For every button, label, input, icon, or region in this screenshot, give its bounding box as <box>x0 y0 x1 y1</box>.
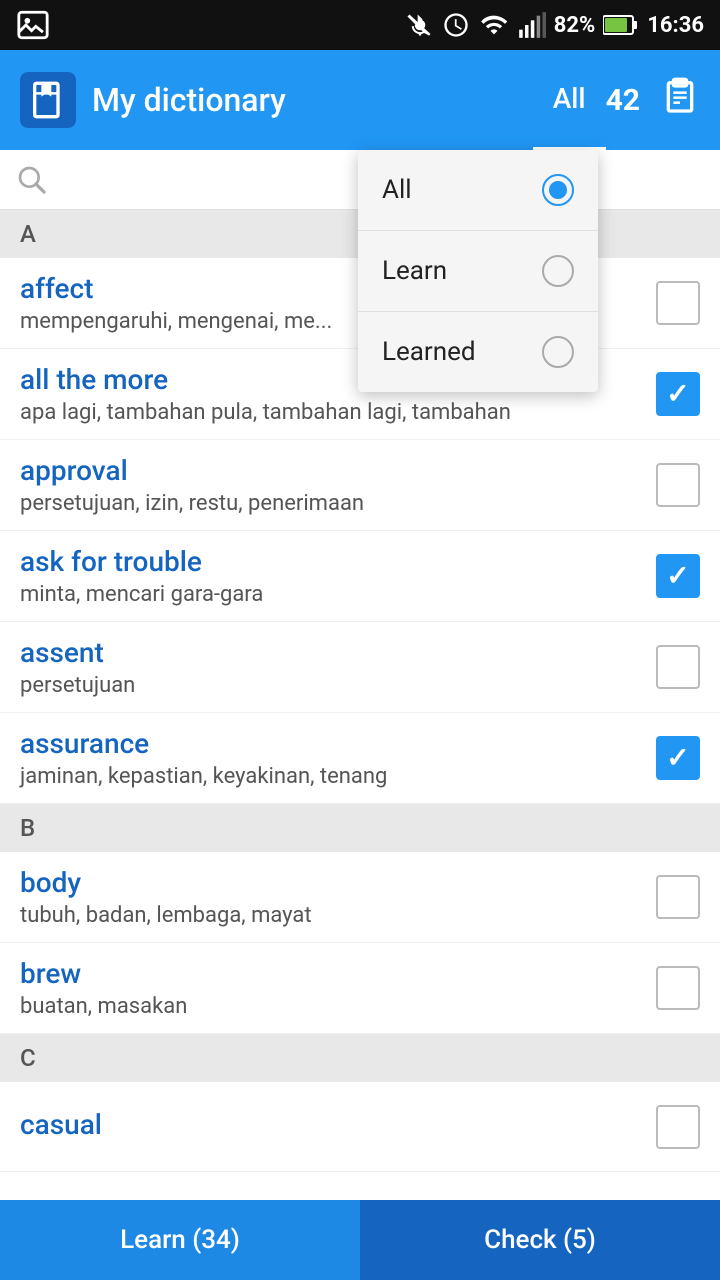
word-checkbox[interactable] <box>656 875 700 919</box>
word-content: assurance jaminan, kepastian, keyakinan,… <box>20 727 656 789</box>
radio-all[interactable] <box>542 174 574 206</box>
check-button[interactable]: Check (5) <box>360 1200 720 1280</box>
dropdown-label-learned: Learned <box>382 337 476 367</box>
app-title: My dictionary <box>92 81 533 119</box>
time: 16:36 <box>647 13 704 38</box>
dictionary-icon <box>20 72 76 128</box>
word-title: assent <box>20 636 656 669</box>
word-title: approval <box>20 454 656 487</box>
word-translation: jaminan, kepastian, keyakinan, tenang <box>20 764 656 789</box>
dropdown-item-learn[interactable]: Learn <box>358 231 598 312</box>
signal-icon <box>518 11 546 39</box>
word-item-assurance[interactable]: assurance jaminan, kepastian, keyakinan,… <box>0 713 720 804</box>
word-content: approval persetujuan, izin, restu, pener… <box>20 454 656 516</box>
wifi-icon <box>478 11 510 39</box>
section-letter-a: A <box>20 220 36 248</box>
word-content: brew buatan, masakan <box>20 957 656 1019</box>
radio-learn[interactable] <box>542 255 574 287</box>
section-header-c: C <box>0 1034 720 1082</box>
image-icon <box>16 8 50 42</box>
word-checkbox[interactable]: ✓ <box>656 736 700 780</box>
battery-icon <box>603 14 639 36</box>
status-icons: 82% 16:36 <box>406 11 704 39</box>
dropdown-item-learned[interactable]: Learned <box>358 312 598 392</box>
word-translation: persetujuan, izin, restu, penerimaan <box>20 491 656 516</box>
dropdown-item-all[interactable]: All <box>358 150 598 231</box>
word-title: brew <box>20 957 656 990</box>
mute-icon <box>406 11 434 39</box>
checkmark-icon: ✓ <box>666 380 689 408</box>
word-translation: buatan, masakan <box>20 994 656 1019</box>
checkmark-icon: ✓ <box>666 562 689 590</box>
word-item-brew[interactable]: brew buatan, masakan <box>0 943 720 1034</box>
word-checkbox[interactable] <box>656 645 700 689</box>
word-content: assent persetujuan <box>20 636 656 698</box>
battery-percent: 82% <box>554 13 596 38</box>
check-button-label: Check (5) <box>484 1225 596 1255</box>
radio-inner-all <box>549 181 567 199</box>
word-checkbox[interactable] <box>656 281 700 325</box>
word-checkbox[interactable]: ✓ <box>656 372 700 416</box>
clipboard-button[interactable] <box>660 76 700 124</box>
dropdown-caret <box>490 150 518 166</box>
bookmark-book-icon <box>28 80 68 120</box>
word-item-body[interactable]: body tubuh, badan, lembaga, mayat <box>0 852 720 943</box>
section-header-b: B <box>0 804 720 852</box>
dropdown-label-all: All <box>382 175 412 205</box>
word-title: ask for trouble <box>20 545 656 578</box>
word-checkbox[interactable] <box>656 463 700 507</box>
word-item-ask-for-trouble[interactable]: ask for trouble minta, mencari gara-gara… <box>0 531 720 622</box>
word-translation: apa lagi, tambahan pula, tambahan lagi, … <box>20 400 656 425</box>
filter-tab-label: All <box>553 82 586 115</box>
word-checkbox[interactable] <box>656 1105 700 1149</box>
word-title: body <box>20 866 656 899</box>
radio-learned[interactable] <box>542 336 574 368</box>
word-translation: persetujuan <box>20 673 656 698</box>
search-icon <box>16 164 48 196</box>
section-letter-b: B <box>20 814 35 842</box>
word-content: casual <box>20 1108 656 1145</box>
learn-button-label: Learn (34) <box>120 1225 240 1255</box>
bottom-bar: Learn (34) Check (5) <box>0 1200 720 1280</box>
filter-tab-all[interactable]: All <box>533 50 606 150</box>
dropdown-label-learn: Learn <box>382 256 447 286</box>
word-content: body tubuh, badan, lembaga, mayat <box>20 866 656 928</box>
filter-dropdown[interactable]: All Learn Learned <box>358 150 598 392</box>
clipboard-icon <box>660 76 700 116</box>
alarm-icon <box>442 11 470 39</box>
word-item-approval[interactable]: approval persetujuan, izin, restu, pener… <box>0 440 720 531</box>
status-bar: 82% 16:36 <box>0 0 720 50</box>
word-translation: minta, mencari gara-gara <box>20 582 656 607</box>
checkmark-icon: ✓ <box>666 744 689 772</box>
word-title: assurance <box>20 727 656 760</box>
app-bar: My dictionary All 42 <box>0 50 720 150</box>
word-title: casual <box>20 1108 656 1141</box>
word-content: ask for trouble minta, mencari gara-gara <box>20 545 656 607</box>
section-letter-c: C <box>20 1044 36 1072</box>
word-translation: tubuh, badan, lembaga, mayat <box>20 903 656 928</box>
word-checkbox[interactable] <box>656 966 700 1010</box>
learn-button[interactable]: Learn (34) <box>0 1200 360 1280</box>
word-item-assent[interactable]: assent persetujuan <box>0 622 720 713</box>
word-count: 42 <box>606 83 640 118</box>
status-bar-left <box>16 8 396 42</box>
filter-tab-container: All <box>533 50 606 150</box>
word-checkbox[interactable]: ✓ <box>656 554 700 598</box>
word-item-casual[interactable]: casual <box>0 1082 720 1172</box>
